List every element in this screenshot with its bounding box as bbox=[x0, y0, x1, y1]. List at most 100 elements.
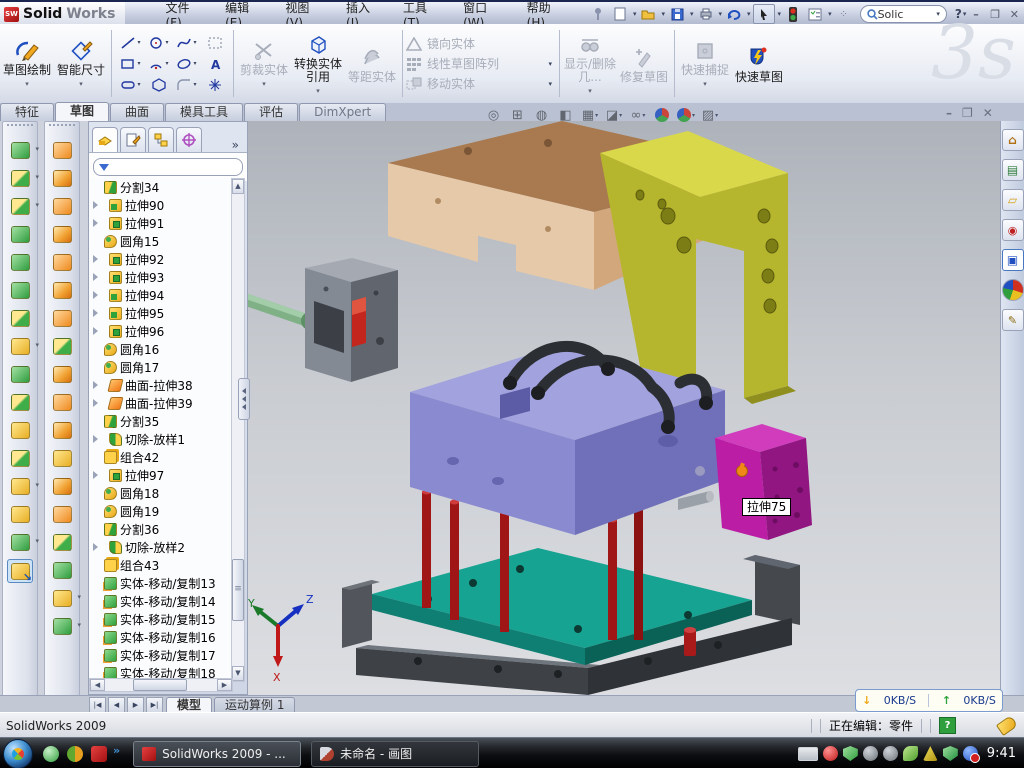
extruded-cut-icon[interactable] bbox=[8, 167, 32, 189]
split-icon[interactable] bbox=[8, 363, 32, 385]
tree-item[interactable]: 拉伸90 bbox=[89, 196, 233, 214]
expand-arrow-icon[interactable] bbox=[93, 471, 106, 479]
replace-face-icon[interactable] bbox=[50, 447, 74, 469]
scroll-down-arrow[interactable]: ▼ bbox=[232, 666, 244, 681]
save-icon[interactable] bbox=[667, 5, 687, 23]
tree-item[interactable]: 拉伸93 bbox=[89, 268, 233, 286]
custom-properties-icon[interactable] bbox=[1002, 309, 1024, 331]
circle-icon[interactable]: ▾ bbox=[145, 33, 172, 53]
spline-icon[interactable]: ▾ bbox=[173, 33, 200, 53]
command-manager-tab[interactable]: 曲面 bbox=[110, 103, 164, 121]
point-icon[interactable] bbox=[201, 75, 228, 95]
messenger-icon[interactable] bbox=[43, 746, 59, 762]
revolved-surface-icon[interactable] bbox=[50, 167, 74, 189]
spline-curve-icon[interactable] bbox=[50, 615, 74, 637]
search-input[interactable]: Solic bbox=[878, 8, 936, 21]
hide-show-items-icon[interactable]: ∞▾ bbox=[629, 106, 647, 124]
appearances-scenes-icon[interactable] bbox=[1002, 279, 1024, 301]
insert-into-new-part-icon[interactable] bbox=[7, 559, 33, 583]
new-file-dropdown[interactable]: ▾ bbox=[633, 10, 637, 18]
new-file-icon[interactable] bbox=[610, 5, 630, 23]
move-copy-body-icon[interactable] bbox=[8, 447, 32, 469]
model-tab[interactable]: 模型 bbox=[166, 697, 212, 713]
zoom-prev-icon[interactable]: ◍ bbox=[533, 106, 551, 124]
graphics-area[interactable]: Y Z X 拉伸75 bbox=[248, 121, 1000, 695]
thicken-icon[interactable] bbox=[50, 363, 74, 385]
undo-dropdown[interactable]: ▾ bbox=[747, 10, 751, 18]
expand-arrow-icon[interactable] bbox=[93, 543, 106, 551]
tree-item[interactable]: 圆角15 bbox=[89, 232, 233, 250]
tree-item[interactable]: 组合43 bbox=[89, 556, 233, 574]
tags-icon[interactable] bbox=[996, 715, 1018, 736]
tree-item[interactable]: 曲面-拉伸38 bbox=[89, 376, 233, 394]
save-dropdown[interactable]: ▾ bbox=[690, 10, 694, 18]
command-manager-tab[interactable]: 特征 bbox=[0, 103, 54, 121]
command-manager-tab[interactable]: 评估 bbox=[244, 103, 298, 121]
toolbar-grip[interactable] bbox=[7, 124, 33, 134]
configurationmanager-icon[interactable] bbox=[148, 127, 174, 152]
rectangle-icon[interactable]: ▾ bbox=[117, 54, 144, 74]
delete-face-icon[interactable] bbox=[50, 419, 74, 441]
sketch-fillet-icon[interactable]: ▾ bbox=[173, 75, 200, 95]
tree-item[interactable]: 拉伸94 bbox=[89, 286, 233, 304]
scroll-up-arrow[interactable]: ▲ bbox=[232, 179, 244, 194]
filled-surface-icon[interactable] bbox=[50, 531, 74, 553]
options-dropdown[interactable]: ▾ bbox=[828, 10, 832, 18]
view-palette-icon[interactable] bbox=[1002, 249, 1024, 271]
expand-arrow-icon[interactable] bbox=[93, 435, 106, 443]
app-restore-button[interactable]: ❐ bbox=[986, 8, 1005, 21]
app-close-button[interactable]: ✕ bbox=[1005, 8, 1024, 21]
app-launcher-icon[interactable] bbox=[67, 746, 83, 762]
tree-filter-input[interactable] bbox=[93, 158, 243, 176]
tab-first-button[interactable]: |◀ bbox=[89, 697, 106, 713]
help-button[interactable]: ? bbox=[955, 7, 962, 21]
pattern-icon[interactable] bbox=[8, 335, 32, 357]
expand-arrow-icon[interactable] bbox=[93, 255, 106, 263]
planar-surface-icon[interactable] bbox=[50, 307, 74, 329]
smart-dimension-button[interactable]: 智能尺寸▾ bbox=[54, 24, 108, 103]
tree-item[interactable]: 曲面-拉伸39 bbox=[89, 394, 233, 412]
tray-antivirus-icon[interactable] bbox=[823, 746, 838, 761]
tree-item[interactable]: 实体-移动/复制17 bbox=[89, 646, 233, 664]
command-manager-tab[interactable]: DimXpert bbox=[299, 103, 386, 121]
file-explorer-icon[interactable] bbox=[1002, 189, 1024, 211]
curve-icon[interactable] bbox=[8, 531, 32, 553]
tree-item[interactable]: 分割34 bbox=[89, 178, 233, 196]
tree-item[interactable]: 实体-移动/复制16 bbox=[89, 628, 233, 646]
section-view-icon[interactable]: ◧ bbox=[557, 106, 575, 124]
extruded-boss-icon[interactable] bbox=[8, 139, 32, 161]
taskbar-clock[interactable]: 9:41 bbox=[987, 746, 1016, 761]
expand-arrow-icon[interactable] bbox=[93, 291, 106, 299]
tray-audio-icon[interactable] bbox=[883, 746, 898, 761]
knit-surface-icon[interactable] bbox=[50, 335, 74, 357]
convert-entities-button[interactable]: 转换实体引用▾ bbox=[291, 24, 345, 103]
select-dropdown[interactable]: ▾ bbox=[778, 10, 782, 18]
edit-appearance-icon[interactable] bbox=[653, 106, 671, 124]
tree-item[interactable]: 圆角18 bbox=[89, 484, 233, 502]
start-button[interactable] bbox=[3, 739, 33, 768]
expand-arrow-icon[interactable] bbox=[93, 219, 106, 227]
expand-arrow-icon[interactable] bbox=[93, 201, 106, 209]
ruled-surface-icon[interactable] bbox=[50, 391, 74, 413]
lofted-surface-icon[interactable] bbox=[50, 223, 74, 245]
arc-icon[interactable]: ▾ bbox=[145, 54, 172, 74]
expand-arrow-icon[interactable] bbox=[93, 309, 106, 317]
pin-icon[interactable] bbox=[588, 5, 608, 23]
tab-next-button[interactable]: ▶ bbox=[127, 697, 144, 713]
app-minimize-button[interactable]: – bbox=[966, 8, 985, 21]
line-icon[interactable]: ▾ bbox=[117, 33, 144, 53]
propertymanager-icon[interactable] bbox=[120, 127, 146, 152]
display-pane-icon[interactable]: ⁘ bbox=[834, 5, 854, 23]
tree-item[interactable]: 圆角19 bbox=[89, 502, 233, 520]
fillet-icon[interactable] bbox=[8, 195, 32, 217]
view-orientation-icon[interactable]: ▦▾ bbox=[581, 106, 599, 124]
tab-prev-button[interactable]: ◀ bbox=[108, 697, 125, 713]
design-library-icon[interactable] bbox=[1002, 159, 1024, 181]
command-manager-tab[interactable]: 草图 bbox=[55, 102, 109, 121]
tree-vertical-scrollbar[interactable]: ▲ ▼ bbox=[231, 178, 245, 682]
tray-sync-icon[interactable] bbox=[903, 746, 918, 761]
tray-update-icon[interactable] bbox=[863, 746, 878, 761]
scroll-thumb-h[interactable] bbox=[133, 679, 187, 691]
tree-item[interactable]: 实体-移动/复制14 bbox=[89, 592, 233, 610]
tray-shield-icon[interactable] bbox=[843, 746, 858, 761]
